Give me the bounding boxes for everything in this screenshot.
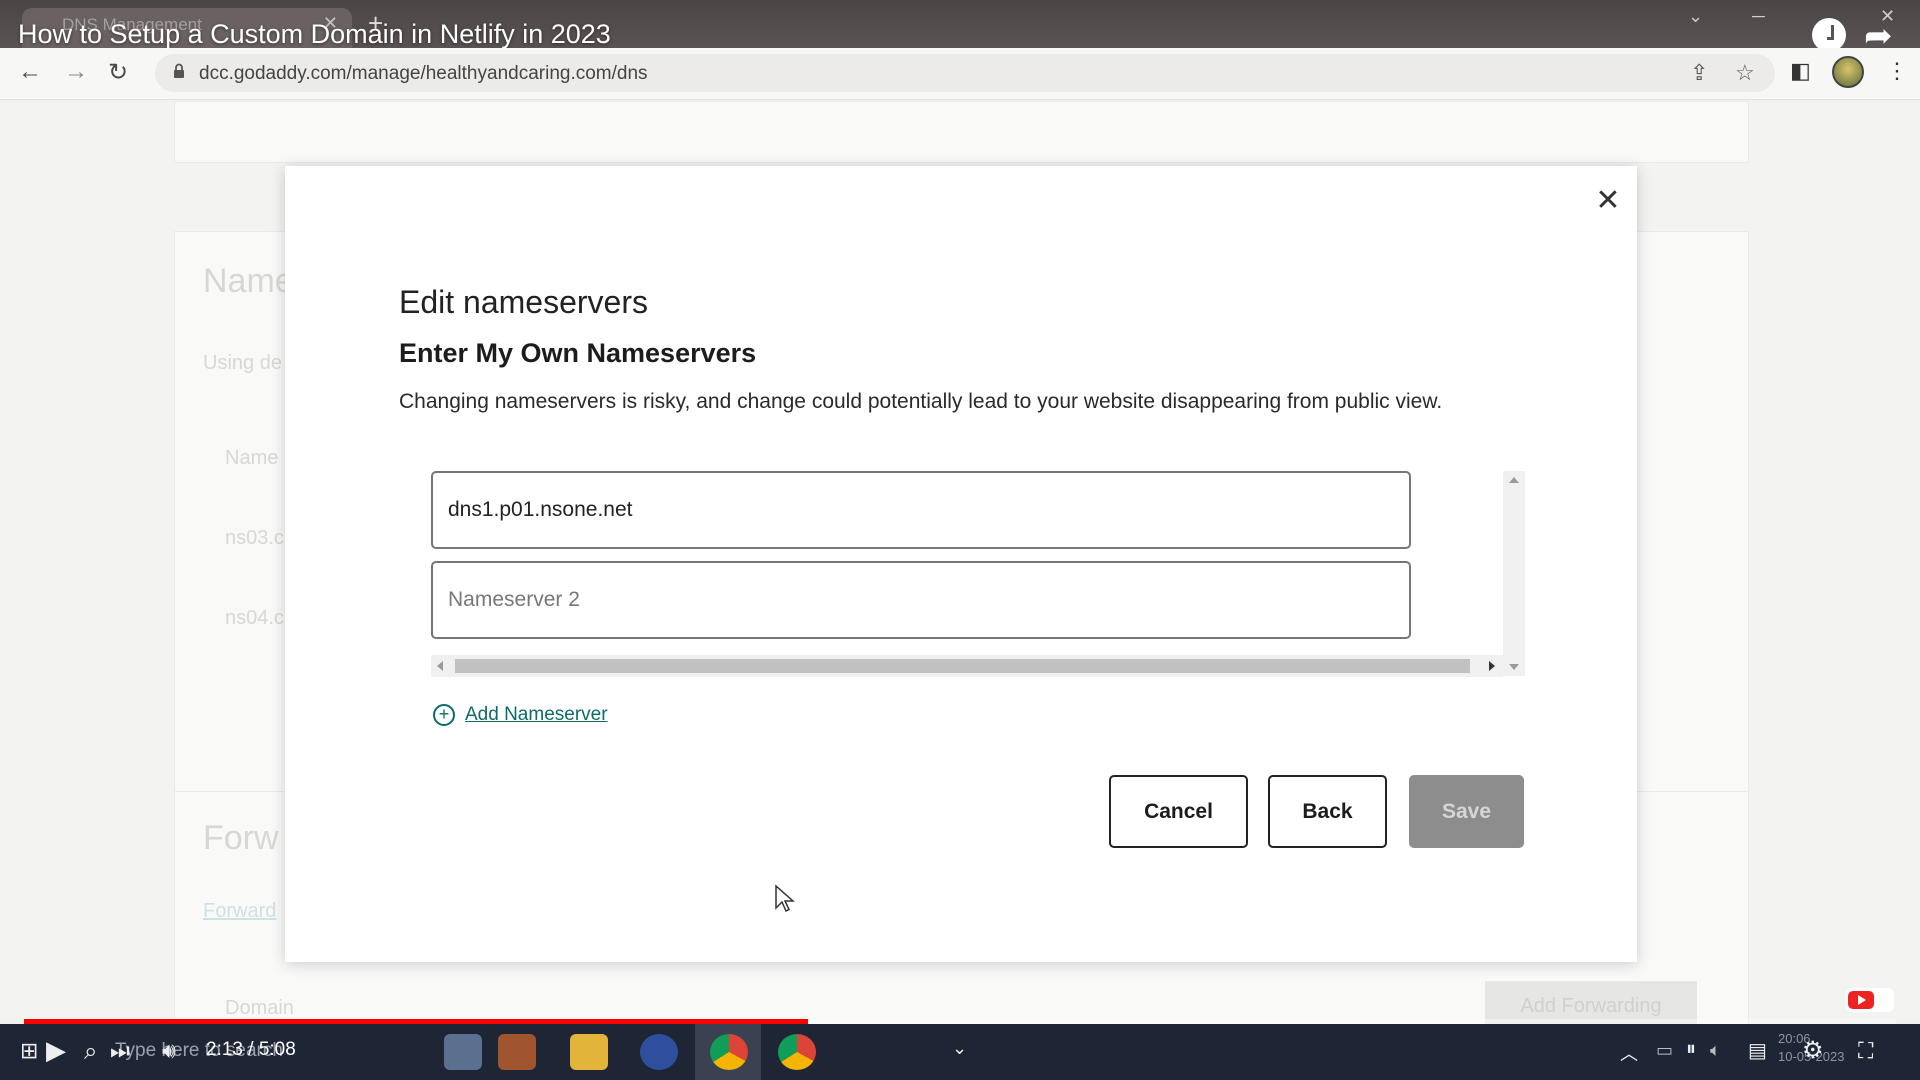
network-icon[interactable]: ▭ xyxy=(1656,1040,1673,1061)
tray-chevron-up-icon[interactable]: ︿ xyxy=(1620,1040,1638,1066)
vertical-scrollbar[interactable] xyxy=(1503,471,1525,676)
back-arrow-icon[interactable]: ← xyxy=(18,58,42,86)
screen: Name Using de Name ns03.c ns04.c Forw Fo… xyxy=(0,0,1920,1080)
add-nameserver-label: Add Nameserver xyxy=(465,704,608,725)
windows-start-icon[interactable]: ⊞ xyxy=(20,1038,38,1064)
bg-card-top xyxy=(174,101,1749,163)
bg-col-name: Name xyxy=(225,447,279,469)
mouse-cursor-icon xyxy=(775,884,795,913)
lock-icon xyxy=(174,63,184,78)
nameserver-1-input[interactable] xyxy=(431,471,1411,549)
speaker-tray-icon[interactable]: 🔈︎ xyxy=(1710,1040,1721,1061)
forward-arrow-icon[interactable]: → xyxy=(64,58,88,86)
bg-forward-heading: Forw xyxy=(203,819,279,857)
dialog-warning-text: Changing nameservers is risky, and chang… xyxy=(399,390,1443,413)
bg-row-1: ns03.c xyxy=(225,527,284,549)
scrollbar-thumb[interactable] xyxy=(455,659,1470,673)
app-laptop-icon[interactable] xyxy=(444,1034,482,1070)
dialog-title: Edit nameservers xyxy=(399,284,648,320)
share-page-icon[interactable]: ⇪ xyxy=(1690,60,1708,86)
plus-circle-icon: + xyxy=(433,704,455,726)
file-explorer-icon[interactable] xyxy=(570,1034,608,1070)
dialog-subtitle: Enter My Own Nameservers xyxy=(399,338,757,368)
profile-avatar[interactable] xyxy=(1832,56,1864,88)
edit-nameservers-dialog: ✕ Edit nameservers Enter My Own Nameserv… xyxy=(285,166,1637,962)
url-text: dcc.godaddy.com/manage/healthyandcaring.… xyxy=(199,63,648,84)
scroll-up-icon[interactable] xyxy=(1509,477,1519,483)
search-icon[interactable]: ⌕ xyxy=(84,1038,97,1066)
pause-icon[interactable]: ⏸ xyxy=(1686,1038,1696,1061)
side-panel-icon[interactable]: ◧ xyxy=(1790,58,1811,84)
cancel-button[interactable]: Cancel xyxy=(1109,775,1248,848)
next-video-icon[interactable]: ⏭ xyxy=(110,1038,130,1064)
tab-search-icon[interactable]: ⌄ xyxy=(1688,6,1703,27)
app-briefcase-icon[interactable] xyxy=(498,1034,536,1070)
bg-section-heading: Name xyxy=(203,262,294,300)
play-icon[interactable]: ▶ xyxy=(46,1035,66,1066)
nameserver-list xyxy=(431,471,1525,677)
back-button[interactable]: Back xyxy=(1268,775,1387,848)
minimize-icon[interactable]: ─ xyxy=(1752,6,1765,27)
close-icon[interactable]: ✕ xyxy=(1590,183,1626,219)
save-button[interactable]: Save xyxy=(1409,775,1524,848)
scroll-right-icon[interactable] xyxy=(1489,661,1495,671)
horizontal-scrollbar[interactable] xyxy=(431,655,1503,677)
scroll-left-icon[interactable] xyxy=(437,661,443,671)
bg-row-2: ns04.c xyxy=(225,607,284,629)
chrome-profile-icon[interactable] xyxy=(778,1034,816,1070)
reload-icon[interactable]: ↻ xyxy=(108,58,128,87)
bg-section-sub: Using de xyxy=(203,352,282,374)
chevron-down-icon[interactable]: ⌄ xyxy=(952,1038,967,1059)
captions-icon[interactable]: ▤ xyxy=(1748,1038,1767,1063)
address-bar[interactable]: dcc.godaddy.com/manage/healthyandcaring.… xyxy=(155,54,1775,92)
app-headset-icon[interactable] xyxy=(640,1034,678,1070)
youtube-logo-icon xyxy=(1846,988,1894,1012)
nameserver-2-input[interactable] xyxy=(431,561,1411,639)
scroll-down-icon[interactable] xyxy=(1509,664,1519,670)
bg-domain-col: Domain xyxy=(225,997,294,1019)
settings-gear-icon[interactable]: ⚙ xyxy=(1802,1036,1824,1065)
taskbar: ⊞ ▶ Type here to search ⌕ ⏭ 🔊︎ 2:13 / 5:… xyxy=(0,1024,1920,1080)
menu-kebab-icon[interactable]: ⋮ xyxy=(1886,58,1908,84)
browser-toolbar: ← → ↻ dcc.godaddy.com/manage/healthyandc… xyxy=(0,48,1920,100)
chrome-icon[interactable] xyxy=(710,1034,748,1070)
bookmark-star-icon[interactable]: ☆ xyxy=(1735,60,1755,86)
video-title: How to Setup a Custom Domain in Netlify … xyxy=(18,19,611,49)
bg-forward-link: Forward xyxy=(203,900,277,922)
exit-fullscreen-icon[interactable]: ⛶ xyxy=(1858,1038,1873,1064)
watch-later-icon[interactable] xyxy=(1812,18,1846,52)
video-time: 2:13 / 5:08 xyxy=(206,1039,296,1060)
volume-icon[interactable]: 🔊︎ xyxy=(162,1038,176,1064)
